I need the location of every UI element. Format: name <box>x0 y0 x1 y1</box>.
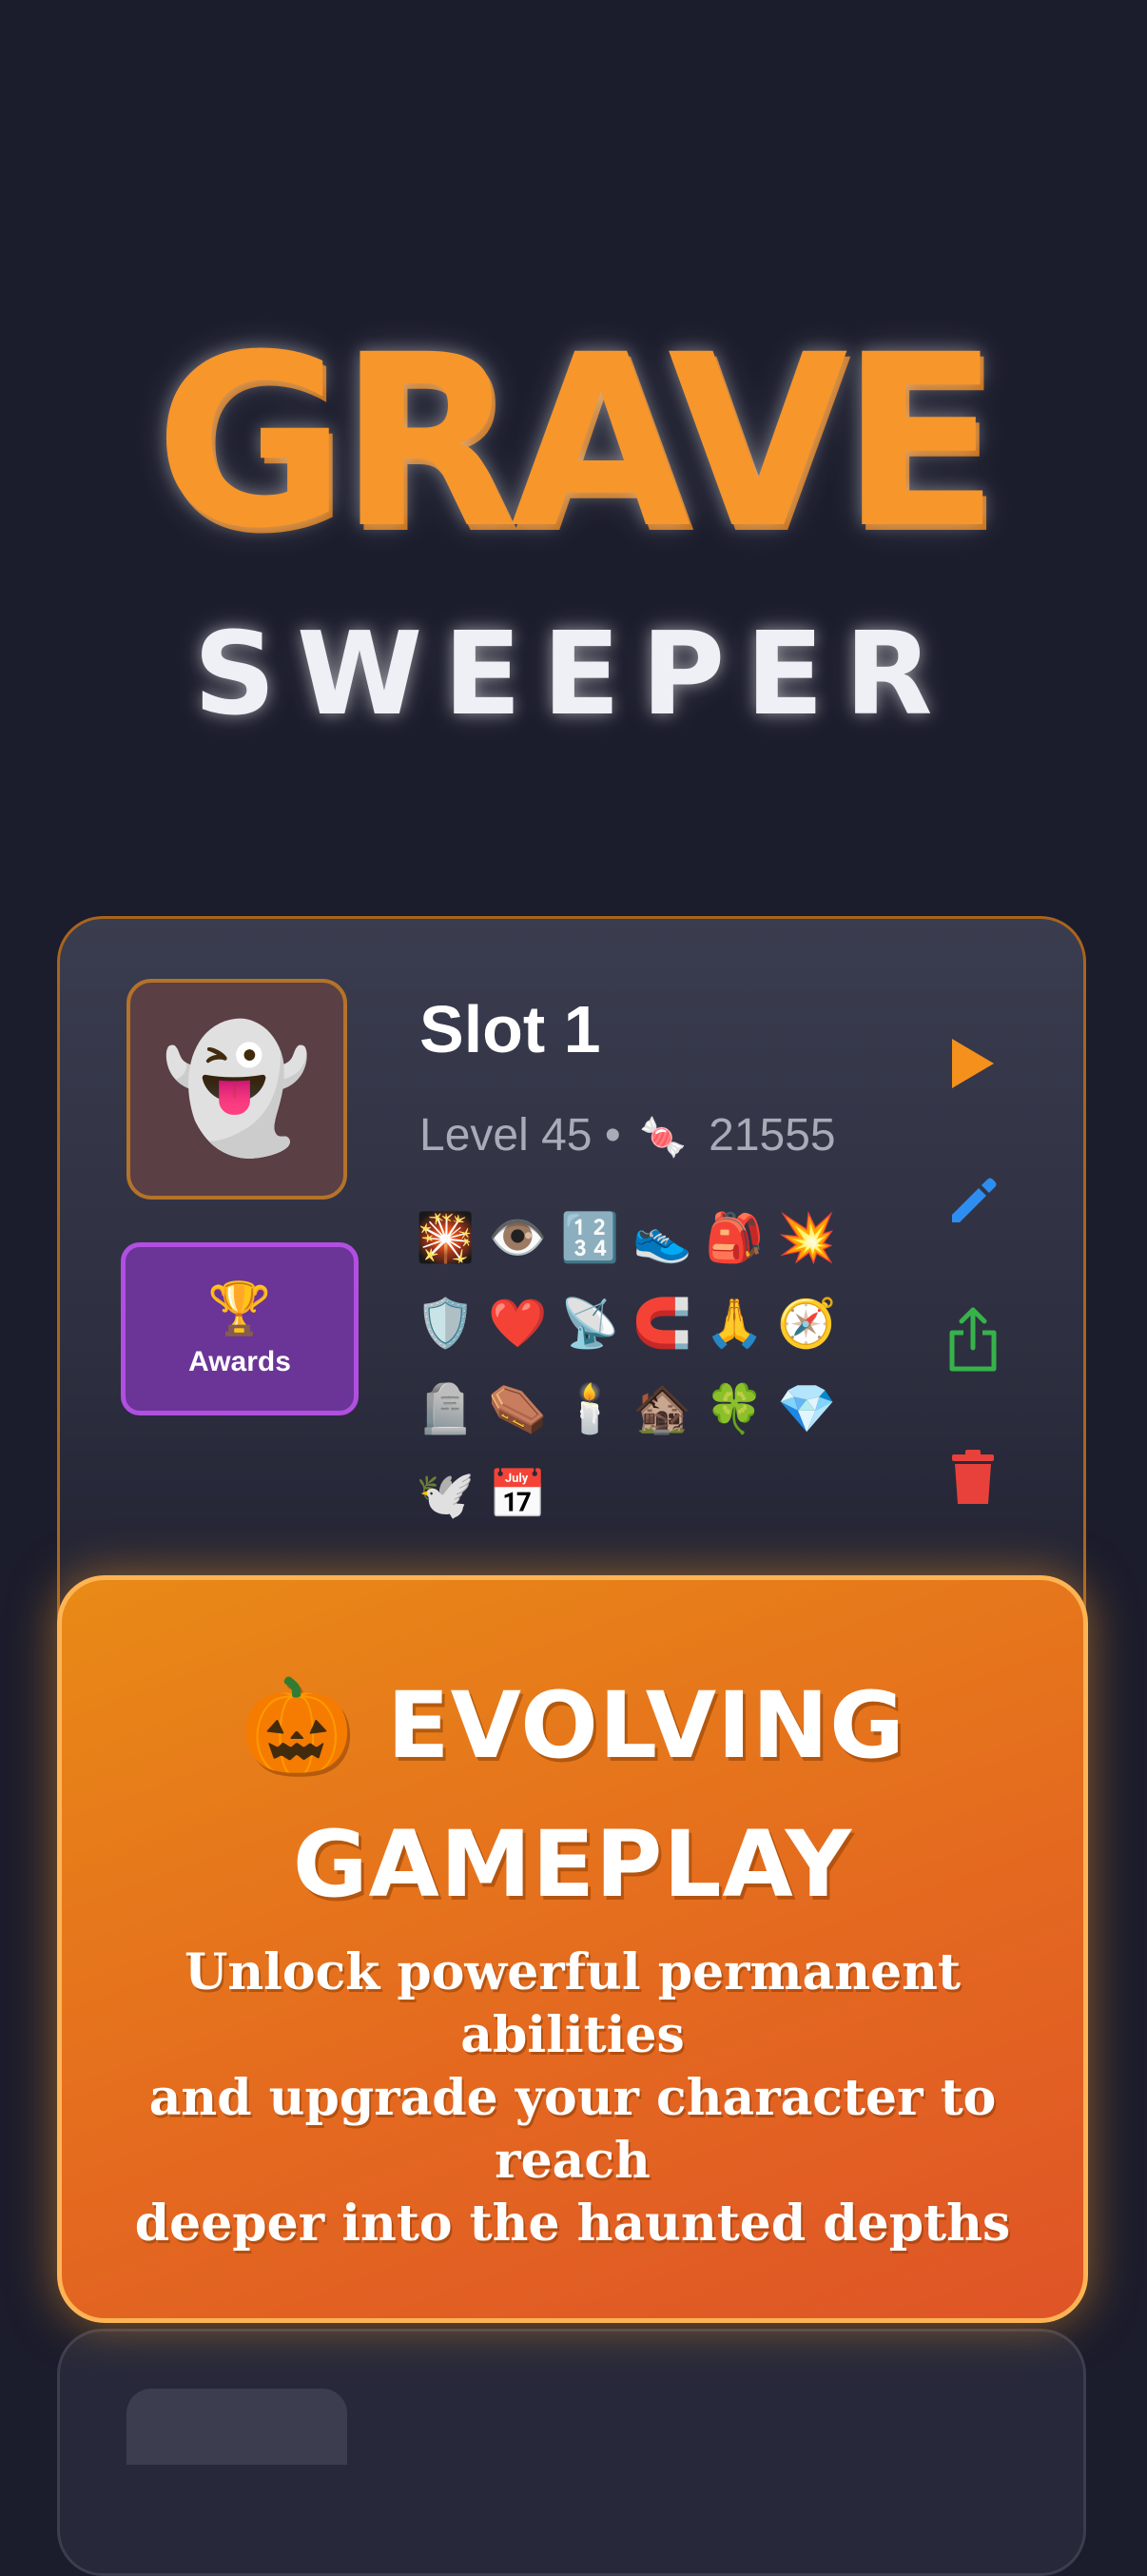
trophy-icon: 🏆 <box>207 1278 272 1338</box>
promo-banner: 🎃 EVOLVING GAMEPLAY Unlock powerful perm… <box>57 1575 1088 2323</box>
slot-avatar <box>126 2389 347 2465</box>
ability-icon: 🪦 <box>416 1381 476 1436</box>
level-text: Level 45 <box>419 1110 593 1161</box>
ability-icon: 💎 <box>777 1381 837 1436</box>
save-slot-card[interactable]: 👻 🏆 Awards Slot 1 Level 45 • 🍬 21555 🎇 👁… <box>57 916 1086 1658</box>
promo-title: 🎃 EVOLVING GAMEPLAY <box>100 1656 1045 1934</box>
save-slot-card-next[interactable] <box>57 2329 1086 2576</box>
share-icon <box>949 1307 997 1372</box>
ability-icon: 🎒 <box>705 1210 765 1265</box>
separator: • <box>604 1110 621 1161</box>
pencil-icon <box>952 1178 997 1222</box>
currency-value: 21555 <box>709 1110 836 1161</box>
ability-icon: 🎇 <box>416 1210 476 1265</box>
ability-icon: 💥 <box>777 1210 837 1265</box>
play-button[interactable] <box>935 1025 1011 1102</box>
slot-name: Slot 1 <box>419 992 601 1066</box>
awards-button[interactable]: 🏆 Awards <box>121 1242 359 1415</box>
promo-title-text: EVOLVING GAMEPLAY <box>292 1672 905 1918</box>
edit-button[interactable] <box>935 1163 1011 1239</box>
awards-label: Awards <box>188 1346 291 1377</box>
ability-icon: ⚰️ <box>488 1381 548 1436</box>
ability-icon: 🔢 <box>560 1210 620 1265</box>
ability-list: 🎇 👁️ 🔢 👟 🎒 💥 🛡️ ❤️ 📡 🧲 🙏 🧭 🪦 ⚰️ 🕯️ 🏚️ 🍀 … <box>416 1195 863 1537</box>
trash-icon <box>952 1450 994 1504</box>
ability-icon: 🕊️ <box>416 1467 476 1522</box>
candy-icon: 🍬 <box>638 1117 687 1159</box>
ability-icon: 🍀 <box>705 1381 765 1436</box>
promo-body: Unlock powerful permanent abilities and … <box>134 1943 1011 2253</box>
ability-icon: 📅 <box>488 1467 548 1522</box>
play-icon <box>952 1039 994 1088</box>
pumpkin-icon: 🎃 <box>240 1672 355 1779</box>
logo-subtitle: SWEEPER <box>193 609 954 741</box>
ability-icon: 🏚️ <box>632 1381 692 1436</box>
share-button[interactable] <box>935 1301 1011 1377</box>
ability-icon: 🛡️ <box>416 1296 476 1351</box>
ability-icon: 🙏 <box>705 1296 765 1351</box>
logo-title: GRAVE <box>154 303 1000 580</box>
ability-icon: 👟 <box>632 1210 692 1265</box>
ability-icon: ❤️ <box>488 1296 548 1351</box>
slot-avatar: 👻 <box>126 979 347 1200</box>
delete-button[interactable] <box>935 1439 1011 1515</box>
ability-icon: 🕯️ <box>560 1381 620 1436</box>
ability-icon: 📡 <box>560 1296 620 1351</box>
ability-icon: 🧭 <box>777 1296 837 1351</box>
game-logo: GRAVE SWEEPER <box>0 285 1147 818</box>
ability-icon: 👁️ <box>488 1210 548 1265</box>
slot-stats: Level 45 • 🍬 21555 <box>419 1109 836 1161</box>
ability-icon: 🧲 <box>632 1296 692 1351</box>
